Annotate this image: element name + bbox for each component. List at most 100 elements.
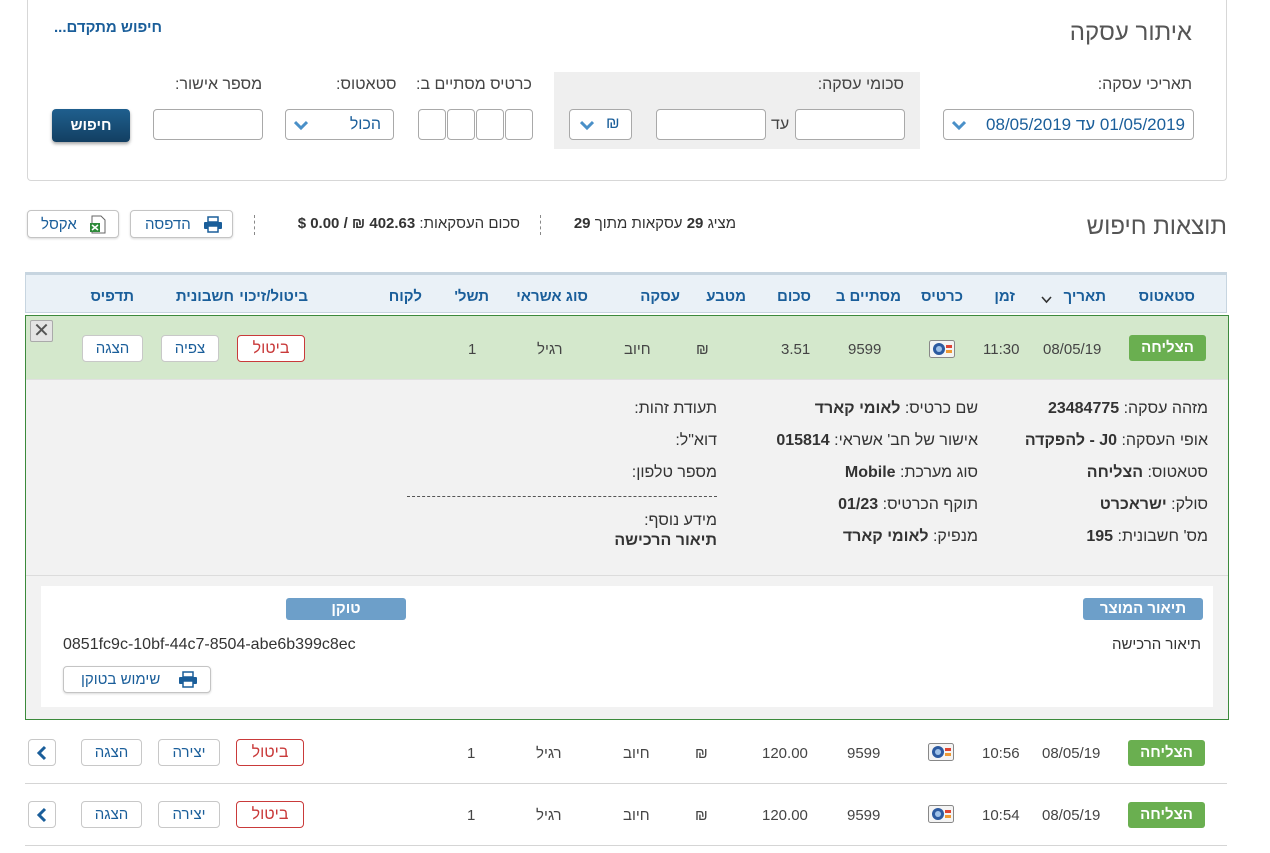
col-ends-with[interactable]: מסתיים ב <box>836 288 901 305</box>
currency-selected: ₪ <box>606 115 620 132</box>
col-status[interactable]: סטאטוס <box>1139 288 1195 305</box>
cell-amount: 120.00 <box>762 745 808 762</box>
product-token-area: תיאור המוצר תיאור הרכישה טוקן 0851fc9c-1… <box>26 575 1228 719</box>
cancel-button[interactable]: ביטול <box>237 335 305 362</box>
cell-date: 08/05/19 <box>1043 341 1102 358</box>
cell-time: 11:30 <box>983 341 1020 358</box>
table-row[interactable]: הצליחה 08/05/19 10:54 9599 120.00 ₪ חיוב… <box>25 784 1227 846</box>
detail-extra-label: מידע נוסף: <box>644 512 717 529</box>
cell-currency: ₪ <box>696 341 709 358</box>
chevron-down-icon <box>580 119 594 132</box>
card-digit-input-4[interactable] <box>418 109 446 140</box>
chevron-down-icon <box>294 119 308 132</box>
cell-credit-type: רגיל <box>537 341 563 358</box>
cell-payments: 1 <box>467 745 476 762</box>
invoice-create-button[interactable]: יצירה <box>158 739 220 766</box>
print-show-button[interactable]: הצגה <box>81 739 142 766</box>
col-cancel-credit[interactable]: ביטול/זיכוי <box>239 288 308 305</box>
cell-time: 10:54 <box>982 807 1020 824</box>
card-last-label: כרטיס מסתיים ב: <box>416 76 532 93</box>
excel-button[interactable]: אקסל <box>27 210 119 238</box>
dates-value: 01/05/2019 עד 08/05/2019 <box>986 115 1185 134</box>
card-digit-input-1[interactable] <box>505 109 533 140</box>
card-digit-input-3[interactable] <box>447 109 475 140</box>
print-show-button[interactable]: הצגה <box>81 801 142 828</box>
status-label: סטאטוס: <box>336 76 397 93</box>
detail-acquirer: סולק: ישראכרט <box>1099 496 1208 513</box>
detail-email: דוא"ל: <box>675 432 717 449</box>
approval-input[interactable] <box>153 109 263 140</box>
detail-issuer: מנפיק: לאומי קארד <box>842 528 978 545</box>
cell-ends-with: 9599 <box>847 807 881 824</box>
col-currency[interactable]: מטבע <box>706 288 746 305</box>
approval-label: מספר אישור: <box>175 76 263 93</box>
search-title: איתור עסקה <box>1069 19 1192 46</box>
product-tag: תיאור המוצר <box>1083 598 1203 620</box>
cell-credit-type: רגיל <box>536 807 562 824</box>
use-token-button[interactable]: שימוש בטוקן <box>63 666 211 693</box>
printer-icon <box>178 671 198 692</box>
print-button[interactable]: הדפסה <box>130 210 233 238</box>
cell-ends-with: 9599 <box>848 341 882 358</box>
detail-approval: אישור של חב' אשראי: 015814 <box>776 432 978 449</box>
col-payments[interactable]: תשל' <box>454 288 489 305</box>
status-select[interactable]: הכול <box>285 109 394 140</box>
separator <box>540 215 541 235</box>
divider <box>407 496 717 497</box>
use-token-label: שימוש בטוקן <box>81 671 161 688</box>
close-icon[interactable]: ✕ <box>30 320 53 342</box>
sort-icon <box>1041 291 1052 308</box>
col-time[interactable]: זמן <box>994 288 1015 305</box>
detail-id: תעודת זהות: <box>634 400 717 417</box>
cancel-button[interactable]: ביטול <box>236 739 304 766</box>
transaction-details: מזהה עסקה: 23484775 אופי העסקה: J0 - להפ… <box>26 379 1228 575</box>
printer-icon <box>203 216 223 237</box>
col-invoice[interactable]: חשבונית <box>176 288 234 305</box>
sum-to-input[interactable] <box>656 109 766 140</box>
cell-amount: 3.51 <box>781 341 811 358</box>
expand-row-button[interactable] <box>28 739 56 766</box>
sum-summary: סכום העסקאות: 402.63 ₪ / 0.00 $ <box>297 215 520 232</box>
table-row[interactable]: הצליחה 08/05/19 10:56 9599 120.00 ₪ חיוב… <box>25 722 1227 784</box>
expanded-transaction: ✕ הצליחה 08/05/19 11:30 9599 3.51 ₪ חיוב… <box>25 315 1229 720</box>
advanced-search-link[interactable]: חיפוש מתקדם... <box>54 19 162 36</box>
cell-date: 08/05/19 <box>1042 807 1101 824</box>
card-digit-input-2[interactable] <box>476 109 504 140</box>
col-print[interactable]: תדפיס <box>90 288 134 305</box>
table-row[interactable]: ✕ הצליחה 08/05/19 11:30 9599 3.51 ₪ חיוב… <box>26 316 1228 379</box>
col-amount[interactable]: סכום <box>777 288 811 305</box>
status-badge: הצליחה <box>1128 740 1205 766</box>
col-date[interactable]: תאריך <box>1063 288 1106 305</box>
excel-label: אקסל <box>41 216 77 233</box>
product-token-box: תיאור המוצר תיאור הרכישה טוקן 0851fc9c-1… <box>41 586 1213 707</box>
credit-card-icon <box>928 743 954 761</box>
detail-expiry: תוקף הכרטיס: 01/23 <box>838 496 978 513</box>
expand-row-button[interactable] <box>28 801 56 828</box>
col-card[interactable]: כרטיס <box>921 288 963 305</box>
detail-txn-id: מזהה עסקה: 23484775 <box>1047 400 1208 417</box>
invoice-view-button[interactable]: צפיה <box>161 335 219 362</box>
showing-summary: מציג 29 עסקאות מתוך 29 <box>573 215 736 232</box>
credit-card-icon <box>929 340 955 358</box>
col-customer[interactable]: לקוח <box>389 288 422 305</box>
search-button[interactable]: חיפוש <box>52 109 130 142</box>
sums-label: סכומי עסקה: <box>817 76 904 93</box>
detail-system-type: סוג מערכת: Mobile <box>844 464 978 481</box>
dates-label: תאריכי עסקה: <box>1097 76 1192 93</box>
status-badge: הצליחה <box>1129 335 1206 361</box>
sum-from-input[interactable] <box>795 109 905 140</box>
detail-extra-value: תיאור הרכישה <box>614 532 717 549</box>
cancel-button[interactable]: ביטול <box>236 801 304 828</box>
results-title: תוצאות חיפוש <box>1086 213 1227 240</box>
col-credit-type[interactable]: סוג אשראי <box>516 288 588 305</box>
print-show-button[interactable]: הצגה <box>82 335 143 362</box>
currency-select[interactable]: ₪ <box>569 109 632 140</box>
token-tag: טוקן <box>286 598 406 620</box>
cell-credit-type: רגיל <box>536 745 562 762</box>
invoice-create-button[interactable]: יצירה <box>158 801 220 828</box>
cell-transaction: חיוב <box>623 745 650 762</box>
dates-picker[interactable]: 01/05/2019 עד 08/05/2019 <box>943 109 1194 140</box>
print-label: הדפסה <box>145 216 191 233</box>
col-transaction[interactable]: עסקה <box>640 288 680 305</box>
cell-date: 08/05/19 <box>1042 745 1101 762</box>
